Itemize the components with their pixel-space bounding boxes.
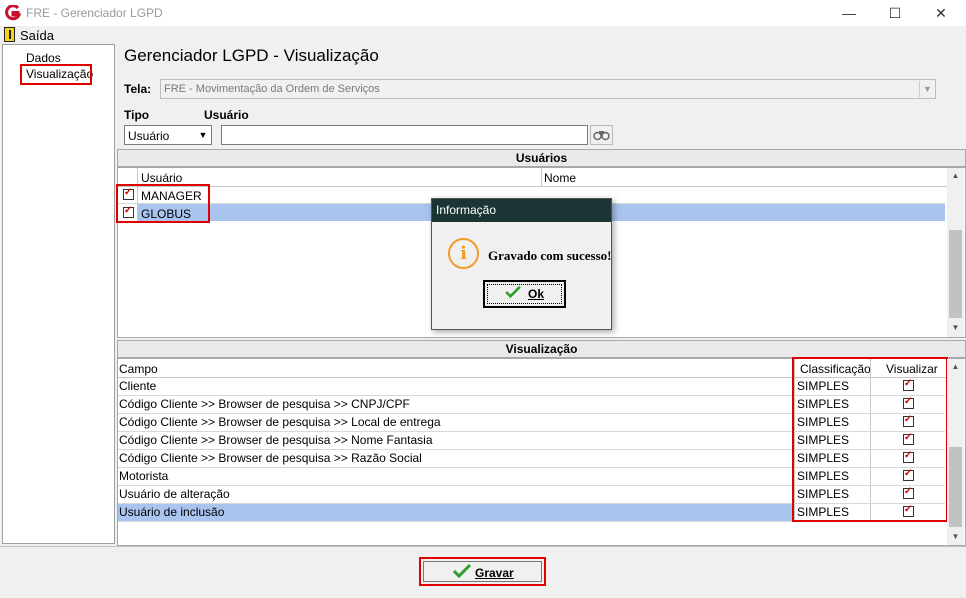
check-icon [505, 286, 521, 298]
scroll-thumb[interactable] [949, 447, 962, 527]
app-logo-icon [5, 5, 21, 21]
ok-label: Ok [528, 287, 545, 301]
chevron-down-icon[interactable]: ▼ [196, 127, 210, 143]
column-header-campo[interactable]: Campo [119, 362, 158, 376]
column-divider [541, 168, 542, 186]
tipo-value: Usuário [128, 129, 170, 143]
usuario-input[interactable] [221, 125, 588, 145]
tela-label: Tela: [124, 82, 152, 96]
scroll-down-icon[interactable]: ▼ [947, 320, 964, 336]
column-header-usuario[interactable]: Usuário [141, 171, 182, 185]
maximize-button[interactable]: ☐ [872, 0, 918, 26]
page-title: Gerenciador LGPD - Visualização [124, 46, 379, 65]
table-row-campo[interactable]: Código Cliente >> Browser de pesquisa >>… [119, 415, 441, 429]
scroll-down-icon[interactable]: ▼ [947, 529, 964, 545]
table-row-campo[interactable]: Código Cliente >> Browser de pesquisa >>… [119, 433, 433, 447]
scroll-up-icon[interactable]: ▲ [947, 168, 964, 184]
scroll-thumb[interactable] [949, 230, 962, 318]
visualizacao-scrollbar[interactable]: ▲ ▼ [947, 359, 964, 545]
exit-door-icon[interactable] [4, 27, 15, 42]
info-icon: i [448, 238, 479, 269]
highlight-box-tree [20, 64, 92, 85]
table-row-campo[interactable]: Usuário de alteração [119, 487, 230, 501]
table-row-campo[interactable]: Usuário de inclusão [119, 505, 224, 519]
window-title: FRE - Gerenciador LGPD [26, 6, 163, 20]
tipo-label: Tipo [124, 108, 150, 122]
close-button[interactable]: ✕ [918, 0, 964, 26]
table-row-campo[interactable]: Código Cliente >> Browser de pesquisa >>… [119, 397, 410, 411]
column-header-nome[interactable]: Nome [544, 171, 576, 185]
binoculars-search-icon[interactable] [590, 125, 613, 145]
table-row-campo[interactable]: Motorista [119, 469, 168, 483]
menu-bar [0, 26, 966, 44]
highlight-box-users [116, 184, 210, 223]
usuarios-column-header-row [118, 168, 947, 187]
tree-item-dados[interactable]: Dados [26, 51, 61, 65]
minimize-button[interactable]: — [826, 0, 872, 26]
scroll-up-icon[interactable]: ▲ [947, 359, 964, 375]
ok-button[interactable] [483, 280, 566, 308]
usuarios-panel-header: Usuários [117, 149, 966, 167]
table-row-campo[interactable]: Código Cliente >> Browser de pesquisa >>… [119, 451, 422, 465]
check-icon [453, 564, 471, 578]
table-row-campo[interactable]: Cliente [119, 379, 156, 393]
chevron-down-icon[interactable]: ▼ [919, 81, 935, 97]
dialog-title: Informação [432, 199, 611, 222]
usuario-label: Usuário [204, 108, 249, 122]
usuarios-scrollbar[interactable]: ▲ ▼ [947, 168, 964, 337]
visualizacao-panel-header: Visualização [117, 340, 966, 358]
dialog-message: Gravado com sucesso! [488, 248, 612, 263]
menu-item-saida[interactable]: Saída [20, 28, 54, 43]
navigation-tree [2, 44, 115, 544]
gravar-label: Gravar [475, 566, 514, 580]
tela-value: FRE - Movimentação da Ordem de Serviços [164, 83, 380, 95]
highlight-box-columns [792, 357, 948, 522]
